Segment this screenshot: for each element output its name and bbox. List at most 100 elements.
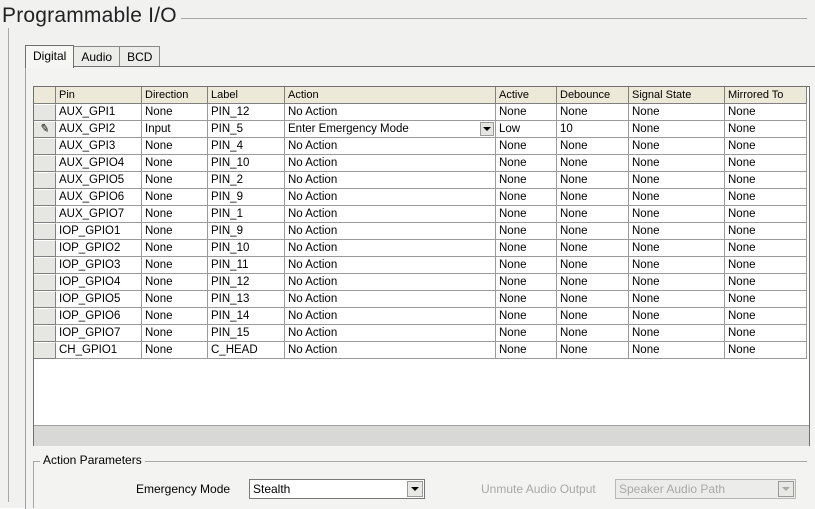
cell-action[interactable]: No Action (285, 155, 496, 172)
col-header-signal-state[interactable]: Signal State (629, 87, 725, 103)
cell-direction[interactable]: None (142, 257, 208, 274)
cell-mirrored-to[interactable]: None (725, 206, 807, 223)
table-row[interactable]: IOP_GPIO3 None PIN_11 No Action None None None… (34, 257, 807, 274)
cell-action[interactable]: No Action (285, 189, 496, 206)
cell-direction[interactable]: None (142, 138, 208, 155)
col-header-pin[interactable]: Pin (56, 87, 142, 103)
cell-direction[interactable]: None (142, 325, 208, 342)
cell-debounce[interactable]: None (557, 104, 629, 121)
cell-active[interactable]: None (496, 274, 557, 291)
row-selector[interactable] (34, 342, 56, 359)
cell-mirrored-to[interactable]: None (725, 325, 807, 342)
cell-direction[interactable]: None (142, 155, 208, 172)
table-row[interactable]: IOP_GPIO2 None PIN_10 No Action None None None… (34, 240, 807, 257)
cell-pin[interactable]: CH_GPIO1 (56, 342, 142, 359)
emergency-mode-select[interactable]: Stealth (249, 479, 425, 499)
cell-label[interactable]: PIN_10 (208, 240, 285, 257)
row-selector[interactable] (34, 223, 56, 240)
cell-direction[interactable]: None (142, 342, 208, 359)
col-header-mirrored-to[interactable]: Mirrored To (725, 87, 807, 103)
cell-active[interactable]: None (496, 308, 557, 325)
cell-mirrored-to[interactable]: None (725, 223, 807, 240)
table-row[interactable]: AUX_GPIO4 None PIN_10 No Action None None None… (34, 155, 807, 172)
row-selector[interactable] (34, 155, 56, 172)
table-row[interactable]: AUX_GPIO7 None PIN_1 No Action None None None N… (34, 206, 807, 223)
cell-debounce[interactable]: None (557, 223, 629, 240)
cell-active[interactable]: Low (496, 121, 557, 138)
cell-mirrored-to[interactable]: None (725, 240, 807, 257)
cell-direction[interactable]: Input (142, 121, 208, 138)
cell-debounce[interactable]: None (557, 172, 629, 189)
cell-mirrored-to[interactable]: None (725, 291, 807, 308)
row-selector[interactable] (34, 291, 56, 308)
table-row[interactable]: IOP_GPIO4 None PIN_12 No Action None None None… (34, 274, 807, 291)
cell-action[interactable]: No Action (285, 172, 496, 189)
cell-signal-state[interactable]: None (629, 104, 725, 121)
cell-debounce[interactable]: None (557, 342, 629, 359)
col-header-direction[interactable]: Direction (142, 87, 208, 103)
cell-action[interactable]: No Action (285, 206, 496, 223)
col-header-action[interactable]: Action (285, 87, 496, 103)
cell-debounce[interactable]: None (557, 274, 629, 291)
cell-action[interactable]: No Action (285, 342, 496, 359)
cell-mirrored-to[interactable]: None (725, 104, 807, 121)
cell-signal-state[interactable]: None (629, 308, 725, 325)
cell-direction[interactable]: None (142, 240, 208, 257)
cell-active[interactable]: None (496, 240, 557, 257)
cell-label[interactable]: PIN_9 (208, 223, 285, 240)
cell-debounce[interactable]: None (557, 325, 629, 342)
row-selector[interactable] (34, 325, 56, 342)
table-row[interactable]: AUX_GPIO5 None PIN_2 No Action None None None N… (34, 172, 807, 189)
cell-mirrored-to[interactable]: None (725, 257, 807, 274)
cell-action[interactable]: No Action (285, 257, 496, 274)
row-selector[interactable]: ✎ (34, 121, 56, 138)
tab-audio[interactable]: Audio (73, 46, 121, 68)
cell-direction[interactable]: None (142, 223, 208, 240)
cell-label[interactable]: PIN_9 (208, 189, 285, 206)
cell-signal-state[interactable]: None (629, 121, 725, 138)
cell-active[interactable]: None (496, 206, 557, 223)
cell-mirrored-to[interactable]: None (725, 342, 807, 359)
table-row[interactable]: ✎ AUX_GPI2 Input PIN_5 Enter Emergency Mode L… (34, 121, 807, 138)
cell-active[interactable]: None (496, 223, 557, 240)
cell-pin[interactable]: AUX_GPI3 (56, 138, 142, 155)
col-header-label[interactable]: Label (208, 87, 285, 103)
cell-action[interactable]: No Action (285, 240, 496, 257)
row-selector[interactable] (34, 308, 56, 325)
col-header-debounce[interactable]: Debounce (557, 87, 629, 103)
cell-pin[interactable]: AUX_GPIO6 (56, 189, 142, 206)
row-selector[interactable] (34, 172, 56, 189)
cell-action[interactable]: Enter Emergency Mode (285, 121, 496, 138)
cell-label[interactable]: PIN_12 (208, 274, 285, 291)
cell-action[interactable]: No Action (285, 308, 496, 325)
row-selector[interactable] (34, 257, 56, 274)
table-row[interactable]: IOP_GPIO6 None PIN_14 No Action None None None… (34, 308, 807, 325)
row-selector[interactable] (34, 138, 56, 155)
cell-pin[interactable]: IOP_GPIO4 (56, 274, 142, 291)
cell-mirrored-to[interactable]: None (725, 172, 807, 189)
cell-debounce[interactable]: None (557, 206, 629, 223)
cell-direction[interactable]: None (142, 189, 208, 206)
table-row[interactable]: IOP_GPIO1 None PIN_9 No Action None None None N… (34, 223, 807, 240)
cell-signal-state[interactable]: None (629, 291, 725, 308)
cell-active[interactable]: None (496, 189, 557, 206)
unmute-audio-output-select[interactable]: Speaker Audio Path (615, 479, 796, 499)
cell-debounce[interactable]: None (557, 308, 629, 325)
cell-signal-state[interactable]: None (629, 172, 725, 189)
cell-debounce[interactable]: None (557, 138, 629, 155)
cell-label[interactable]: PIN_10 (208, 155, 285, 172)
cell-signal-state[interactable]: None (629, 342, 725, 359)
cell-pin[interactable]: AUX_GPI1 (56, 104, 142, 121)
cell-pin[interactable]: AUX_GPIO7 (56, 206, 142, 223)
col-header-active[interactable]: Active (496, 87, 557, 103)
cell-mirrored-to[interactable]: None (725, 155, 807, 172)
cell-label[interactable]: C_HEAD (208, 342, 285, 359)
cell-action[interactable]: No Action (285, 291, 496, 308)
cell-active[interactable]: None (496, 257, 557, 274)
cell-active[interactable]: None (496, 325, 557, 342)
cell-pin[interactable]: AUX_GPIO4 (56, 155, 142, 172)
chevron-down-icon[interactable] (480, 122, 494, 136)
row-selector[interactable] (34, 240, 56, 257)
cell-active[interactable]: None (496, 138, 557, 155)
cell-debounce[interactable]: None (557, 257, 629, 274)
